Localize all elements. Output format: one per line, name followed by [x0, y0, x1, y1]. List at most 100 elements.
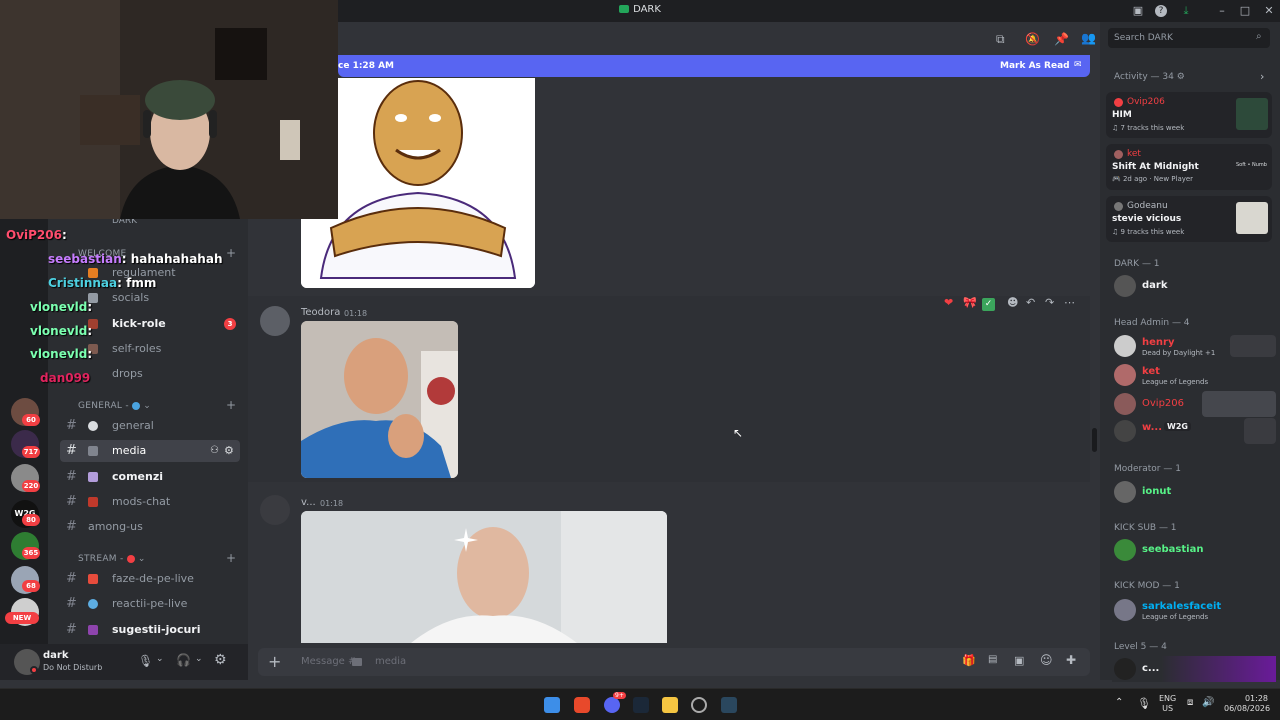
discord-icon[interactable] — [604, 697, 620, 713]
add-channel-icon[interactable]: + — [226, 246, 236, 260]
live-dot-icon — [126, 554, 135, 563]
message-image[interactable] — [301, 321, 458, 478]
sticker-icon[interactable]: ▣ — [1014, 654, 1024, 667]
microphone-icon[interactable]: 🎙 — [138, 654, 153, 668]
gift-icon[interactable]: 🎁 — [962, 654, 976, 667]
channel-label: sugestii-jocuri — [112, 623, 201, 636]
obs-icon[interactable] — [691, 697, 707, 713]
mute-bell-icon[interactable]: 🔕 — [1025, 32, 1040, 46]
message-image[interactable] — [301, 511, 667, 643]
activity-card[interactable]: Godeanu stevie vicious ♫ 9 tracks this w… — [1106, 196, 1272, 242]
inbox-icon[interactable]: ▣ — [1131, 4, 1145, 18]
clock-date: 06/08/2026 — [1224, 704, 1271, 713]
microphone-icon[interactable]: 🎙 — [1137, 697, 1151, 710]
hash-icon: # — [66, 622, 77, 637]
scrollbar[interactable] — [1092, 428, 1097, 452]
message-composer[interactable]: + Message # media 🎁 ▤ ▣ ☺ ✚ — [258, 648, 1090, 676]
chevron-down-icon[interactable]: ⌄ — [195, 654, 203, 664]
forward-icon[interactable]: ↷ — [1045, 296, 1054, 309]
member-item[interactable]: w... W2G — [1112, 418, 1276, 444]
new-messages-bar[interactable]: ce 1:28 AM Mark As Read ✉ — [338, 55, 1090, 77]
member-item[interactable]: ionut — [1112, 479, 1276, 505]
member-item[interactable]: dark — [1112, 273, 1276, 299]
avatar — [1114, 335, 1136, 357]
headphones-icon[interactable]: 🎧 — [176, 653, 191, 667]
help-icon[interactable]: ? — [1155, 5, 1167, 17]
activity-card[interactable]: ket Shift At Midnight 🎮 2d ago · New Pla… — [1106, 144, 1272, 190]
minimize-icon[interactable]: – — [1215, 4, 1229, 18]
bow-reaction-icon[interactable]: 🎀 — [963, 296, 977, 309]
gif-icon[interactable]: ▤ — [988, 654, 997, 665]
category-general[interactable]: GENERAL - ⌄ — [78, 401, 151, 411]
member-list-icon[interactable]: 👥 — [1081, 31, 1096, 45]
member-item[interactable]: Ovip206 — [1112, 391, 1276, 417]
add-channel-icon[interactable]: + — [226, 398, 236, 412]
download-icon[interactable]: ⤓ — [1179, 4, 1193, 18]
search-input[interactable]: Search DARK ⌕ — [1108, 28, 1270, 48]
steam-icon[interactable] — [633, 697, 649, 713]
avatar[interactable] — [260, 495, 290, 525]
message-author[interactable]: v... — [301, 497, 316, 508]
volume-icon[interactable]: 🔊 — [1202, 697, 1214, 708]
activity-sub-text: 2d ago — [1122, 175, 1148, 183]
clock[interactable]: 01:28 06/08/2026 — [1224, 694, 1271, 714]
network-icon[interactable]: ⧈ — [1187, 697, 1193, 708]
activity-header-text: Activity — 34 — [1114, 72, 1174, 82]
avatar — [1114, 481, 1136, 503]
taskbar: 9+ ⌃ 🎙 ENG US ⧈ 🔊 01:28 06/08/2026 — [0, 688, 1280, 720]
channel-label: socials — [112, 291, 150, 304]
channel-general[interactable]: # general — [60, 415, 240, 437]
steam-icon[interactable] — [721, 697, 737, 713]
folder-icon[interactable] — [662, 697, 678, 713]
gear-icon[interactable]: ⚙ — [224, 440, 234, 462]
invite-icon[interactable]: ⚇ — [210, 440, 219, 462]
brave-icon[interactable] — [574, 697, 590, 713]
emoji-icon[interactable]: ☺ — [1040, 653, 1053, 667]
channel-mods-chat[interactable]: # mods-chat — [60, 491, 240, 513]
member-item[interactable]: ket League of Legends — [1112, 362, 1276, 388]
more-options-icon[interactable]: ⋯ — [1064, 296, 1075, 309]
start-icon[interactable] — [544, 697, 560, 713]
close-icon[interactable]: ✕ — [1262, 4, 1276, 18]
activity-card[interactable]: Ovip206 HIM ♫ 7 tracks this week — [1106, 92, 1272, 138]
channel-among-us[interactable]: # among-us — [60, 516, 240, 538]
pin-icon[interactable]: 📌 — [1054, 32, 1069, 46]
member-item[interactable]: sarkalesfaceit League of Legends — [1112, 597, 1276, 623]
chevron-up-icon[interactable]: ⌃ — [1115, 697, 1123, 708]
gamepad-icon: 🎮 — [1112, 175, 1123, 183]
chevron-down-icon[interactable]: ⌄ — [156, 654, 164, 664]
reply-icon[interactable]: ↶ — [1026, 296, 1035, 309]
message-author[interactable]: Teodora — [301, 307, 340, 318]
activity-title: stevie vicious — [1112, 214, 1182, 224]
maximize-icon[interactable]: □ — [1238, 4, 1252, 18]
add-reaction-icon[interactable]: ☻ — [1007, 296, 1018, 309]
member-item[interactable]: c... — [1112, 656, 1276, 682]
category-stream[interactable]: STREAM - ⌄ — [78, 554, 146, 564]
member-name: sarkalesfaceit — [1142, 601, 1222, 612]
add-channel-icon[interactable]: + — [226, 551, 236, 565]
avatar[interactable] — [260, 306, 290, 336]
check-reaction-icon[interactable]: ✓ — [982, 298, 995, 311]
language-indicator[interactable]: ENG US — [1159, 694, 1176, 714]
member-item[interactable]: seebastian — [1112, 537, 1276, 563]
apps-icon[interactable]: ✚ — [1066, 653, 1076, 667]
chat-user: seebastian — [48, 252, 122, 266]
channel-media[interactable]: # media ⚇ ⚙ — [60, 440, 240, 462]
channel-comenzi[interactable]: # comenzi — [60, 466, 240, 488]
threads-icon[interactable]: ⧉ — [996, 32, 1005, 47]
mark-as-read-button[interactable]: Mark As Read — [1000, 61, 1070, 71]
chat-user: OviP206 — [6, 228, 62, 242]
settings-icon[interactable]: ⚙ — [214, 652, 227, 668]
heart-reaction-icon[interactable]: ❤ — [944, 296, 953, 309]
activity-header[interactable]: Activity — 34 ⚙ — [1114, 72, 1185, 82]
message-toolbar: ❤ 🎀 ✓ ☻ ↶ ↷ ⋯ — [944, 296, 1078, 314]
channel-sugestii-jocuri[interactable]: # sugestii-jocuri — [60, 619, 240, 641]
hash-icon: # — [66, 494, 77, 509]
attach-plus-icon[interactable]: + — [268, 652, 281, 671]
chevron-right-icon[interactable]: › — [1260, 70, 1264, 83]
stream-chat-line: vlonevld: — [30, 347, 93, 361]
channel-faze-de-pe-live[interactable]: # faze-de-pe-live — [60, 568, 240, 590]
channel-label: reactii-pe-live — [112, 597, 188, 610]
channel-reactii-pe-live[interactable]: # reactii-pe-live — [60, 593, 240, 615]
member-item[interactable]: henry Dead by Daylight +1 — [1112, 333, 1276, 359]
